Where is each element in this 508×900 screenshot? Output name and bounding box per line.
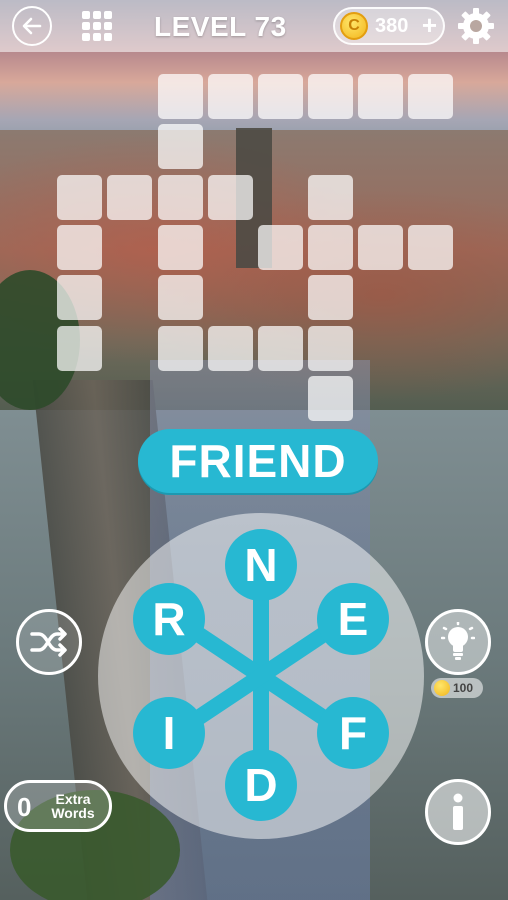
hint-button[interactable] — [425, 609, 491, 675]
letter-n[interactable]: N — [225, 529, 297, 601]
letter-i[interactable]: I — [133, 697, 205, 769]
empty-tile — [57, 275, 102, 320]
empty-tile — [258, 74, 303, 119]
top-bar: LEVEL 73 C 380 + — [0, 0, 508, 52]
coin-icon: C — [340, 12, 368, 40]
empty-tile — [358, 74, 403, 119]
empty-tile — [258, 326, 303, 371]
extra-words-button[interactable]: 0 Extra Words — [4, 780, 112, 832]
back-arrow-icon — [22, 17, 42, 35]
coin-icon — [434, 680, 450, 696]
empty-tile — [158, 225, 203, 270]
grid-menu-icon — [82, 11, 112, 41]
extra-words-label: Extra Words — [51, 791, 95, 821]
hint-cost: 100 — [453, 681, 474, 695]
empty-tile — [358, 225, 403, 270]
shuffle-button[interactable] — [16, 609, 82, 675]
level-title: LEVEL 73 — [154, 11, 287, 42]
empty-tile — [57, 225, 102, 270]
letter-e[interactable]: E — [317, 583, 389, 655]
empty-tile — [158, 124, 203, 169]
gear-icon[interactable] — [455, 5, 497, 47]
empty-tile — [57, 326, 102, 371]
empty-tile — [308, 275, 353, 320]
letter-wheel: N E F D I R — [98, 513, 424, 839]
empty-tile — [408, 74, 453, 119]
empty-tile — [158, 74, 203, 119]
empty-tile — [308, 225, 353, 270]
empty-tile — [308, 376, 353, 421]
empty-tile — [158, 275, 203, 320]
extra-words-count: 0 — [17, 792, 32, 822]
empty-tile — [158, 175, 203, 220]
empty-tile — [408, 225, 453, 270]
letter-f[interactable]: F — [317, 697, 389, 769]
hint-cost-badge: 100 — [431, 678, 483, 698]
empty-tile — [258, 225, 303, 270]
empty-tile — [208, 74, 253, 119]
lightbulb-icon — [441, 622, 475, 660]
current-word: FRIEND — [138, 429, 378, 493]
empty-tile — [308, 326, 353, 371]
empty-tile — [308, 175, 353, 220]
letter-r[interactable]: R — [133, 583, 205, 655]
empty-tile — [308, 74, 353, 119]
back-button[interactable] — [12, 6, 52, 46]
coin-balance[interactable]: C 380 + — [333, 7, 445, 45]
menu-button[interactable] — [80, 9, 114, 43]
info-button[interactable] — [425, 779, 491, 845]
empty-tile — [107, 175, 152, 220]
empty-tile — [208, 326, 253, 371]
empty-tile — [208, 175, 253, 220]
coin-count: 380 — [375, 15, 409, 37]
empty-tile — [158, 326, 203, 371]
empty-tile — [57, 175, 102, 220]
info-icon — [453, 793, 463, 830]
add-coins-button[interactable]: + — [422, 10, 437, 41]
shuffle-icon — [30, 627, 67, 657]
letter-d[interactable]: D — [225, 749, 297, 821]
